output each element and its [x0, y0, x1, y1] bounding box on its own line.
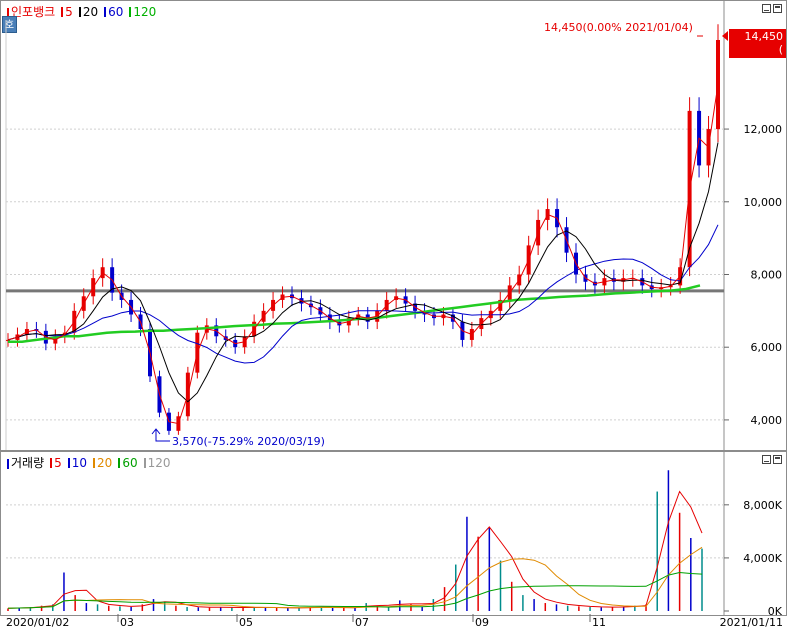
vol-ma20-line — [7, 546, 703, 609]
current-change: ( 29.60%) — [736, 43, 783, 69]
x-tick-label: 11 — [592, 616, 606, 629]
high-annotation: 14,450(0.00% 2021/01/04) — [544, 21, 693, 34]
price-tick-label: 6,000 — [751, 341, 783, 354]
current-price-box: 14,450 ( 29.60%) — [729, 29, 786, 69]
current-price-pointer — [722, 31, 728, 41]
price-tick-label: 10,000 — [744, 196, 783, 209]
ma5-line — [7, 84, 719, 425]
low-annotation: 3,570(-75.29% 2020/03/19) — [172, 435, 325, 448]
x-axis: 2020/01/02 03 05 07 09 11 2021/01/11 — [6, 614, 783, 629]
x-tick-label: 09 — [475, 616, 489, 629]
volume-tick-label: 8,000K — [743, 499, 782, 512]
x-tick-label: 2020/01/02 — [6, 616, 69, 629]
vol-ma5-line — [7, 490, 703, 609]
price-tick-label: 12,000 — [744, 123, 783, 136]
price-tick-label: 8,000 — [751, 268, 783, 281]
x-tick-label: 2021/01/11 — [720, 616, 783, 629]
volume-chart: 0K4,000K8,000K — [6, 451, 783, 616]
high-marker: 14,450(0.00% 2021/01/04) — [544, 21, 703, 37]
current-price: 14,450 — [744, 30, 784, 43]
x-tick-label: 03 — [120, 616, 134, 629]
price-tick-label: 4,000 — [751, 414, 783, 427]
volume-tick-label: 4,000K — [743, 552, 782, 565]
ma20-line — [7, 142, 719, 403]
x-tick-label: 07 — [355, 616, 369, 629]
x-tick-label: 05 — [239, 616, 253, 629]
price-chart: 4,000 6,000 8,000 10,000 12,000 14,450(0.00%… — [5, 1, 783, 450]
